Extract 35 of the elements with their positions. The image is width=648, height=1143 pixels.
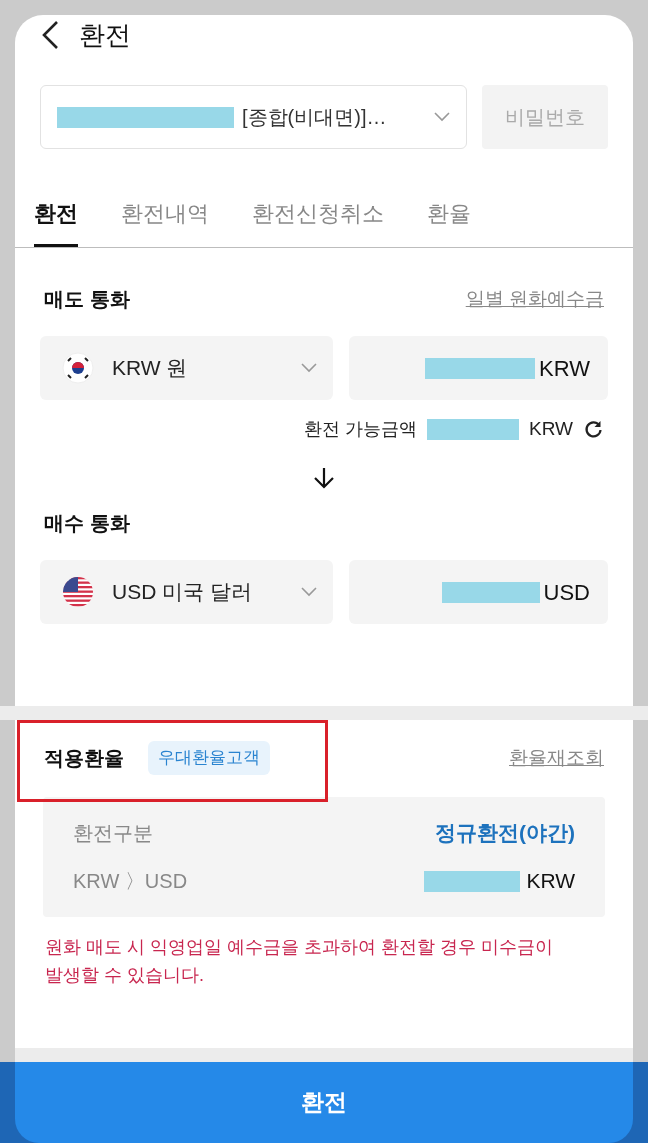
link[interactable]: 일별 원화예수금: [465, 284, 604, 314]
flag-icon: [62, 352, 94, 384]
amount-field[interactable]: KRW: [349, 336, 608, 400]
rate-label: KRW 〉USD: [73, 869, 188, 894]
warning-text: 원화 매도 시 익영업일 예수금을 초과하여 환전할 경우 미수금이 발생할 수 있습니다.: [44, 936, 554, 987]
link[interactable]: 환율재조회: [509, 743, 604, 773]
rate-value: 정규환전(야간): [435, 820, 575, 847]
exchange-button[interactable]: 환전: [15, 1062, 633, 1143]
page-title: 환전: [79, 18, 131, 52]
chevron-down-icon: [301, 587, 317, 597]
account-select[interactable]: [종합(비대면)]…: [40, 85, 467, 149]
chevron-down-icon: [301, 363, 317, 373]
amount-field[interactable]: USD: [349, 560, 608, 624]
currency-unit: USD: [543, 578, 590, 607]
currency-unit: KRW: [526, 868, 575, 895]
back-icon: [41, 20, 59, 50]
customer-badge: 우대환율고객: [148, 741, 270, 775]
flag-icon: [62, 576, 94, 608]
down-arrow-icon: [312, 466, 336, 490]
currency-unit: KRW: [539, 354, 590, 383]
currency-select[interactable]: USD 미국 달러: [40, 560, 333, 624]
refresh-icon: [583, 419, 603, 439]
section-title: 매수 통화: [44, 511, 130, 536]
rate-label: 환전구분: [73, 821, 153, 846]
section-title: 적용환율: [44, 746, 124, 771]
tab[interactable]: 환전내역: [121, 183, 209, 247]
currency-select[interactable]: KRW 원: [40, 336, 333, 400]
currency-unit: KRW: [529, 416, 573, 441]
available-label: 환전 가능금액: [304, 417, 417, 441]
section-title: 매도 통화: [44, 287, 130, 312]
tab[interactable]: 환율: [427, 183, 471, 247]
tab[interactable]: 환전신청취소: [252, 183, 384, 247]
tab[interactable]: 환전: [34, 183, 78, 247]
chevron-down-icon: [434, 112, 450, 122]
password-button[interactable]: 비밀번호: [482, 85, 608, 149]
